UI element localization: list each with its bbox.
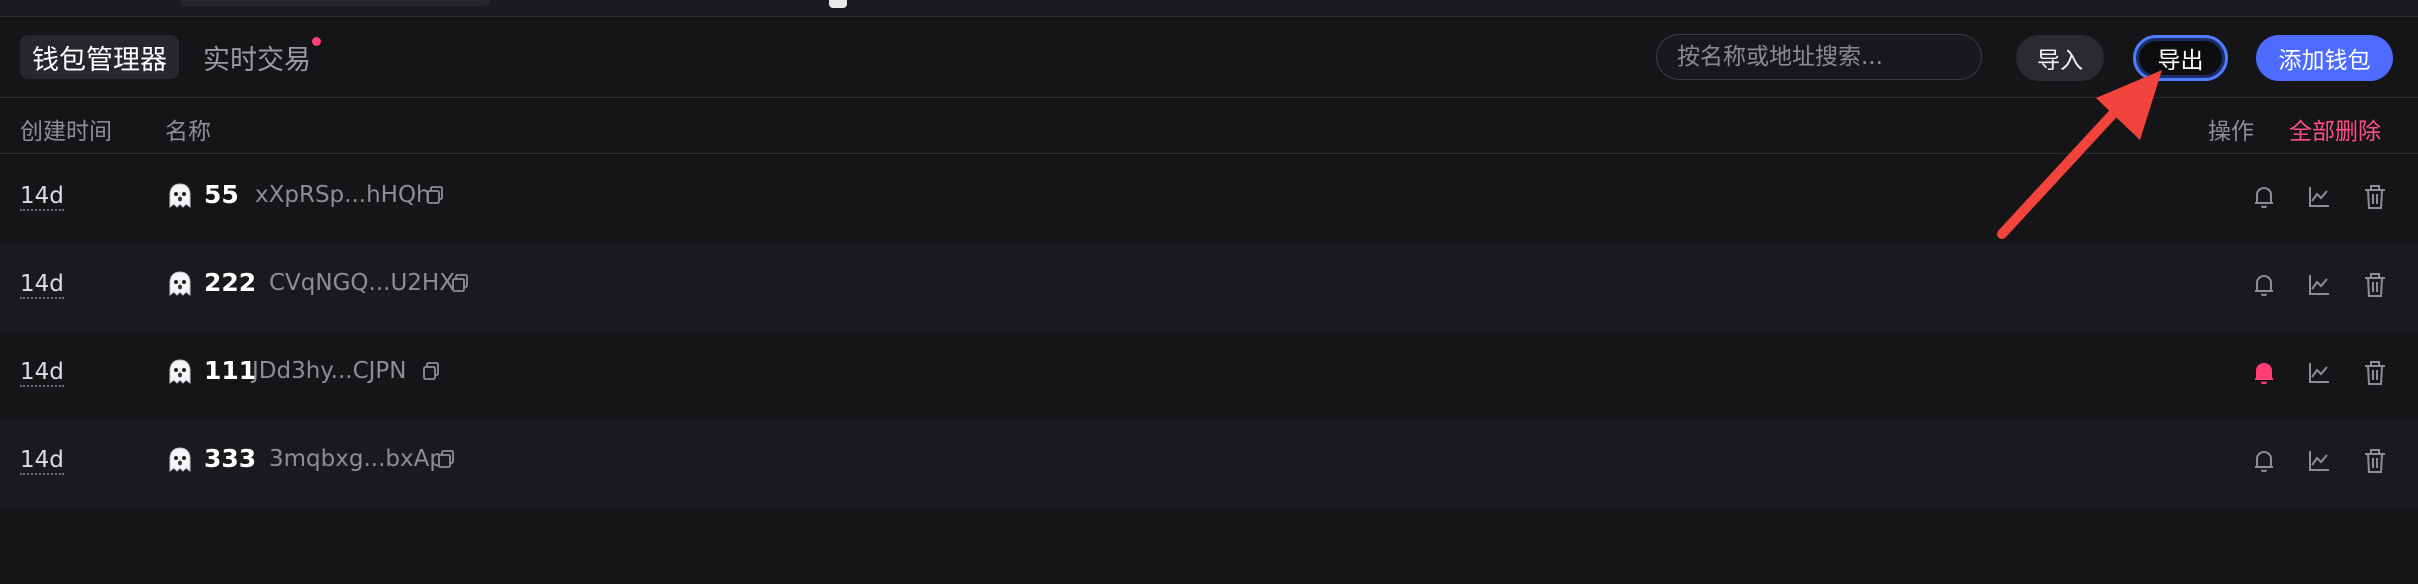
toolbar: 钱包管理器 实时交易 导入 导出 添加钱包 (0, 16, 2418, 98)
ghost-icon (169, 447, 191, 472)
tab-icon-fragment (829, 0, 847, 8)
header-name: 名称 (165, 119, 211, 145)
copy-icon[interactable] (450, 273, 470, 293)
delete-all-button[interactable]: 全部删除 (2289, 112, 2381, 146)
trash-icon[interactable] (2360, 446, 2390, 476)
search-box[interactable] (1656, 34, 1982, 80)
add-wallet-button[interactable]: 添加钱包 (2256, 35, 2393, 81)
chart-icon[interactable] (2304, 446, 2334, 476)
wallet-name: 222 (204, 268, 257, 297)
import-button[interactable]: 导入 (2016, 35, 2104, 81)
bell-icon-active[interactable] (2249, 358, 2279, 388)
browser-top-strip (0, 0, 2418, 17)
add-wallet-button-label: 添加钱包 (2278, 48, 2371, 74)
export-button[interactable]: 导出 (2133, 35, 2228, 81)
table-row: 14d 222 CVqNGQ...U2HX (0, 243, 2418, 331)
export-button-label: 导出 (2157, 48, 2204, 74)
table-row: 14d 55 xXpRSp...hHQh (0, 155, 2418, 243)
chart-icon[interactable] (2304, 182, 2334, 212)
bell-icon[interactable] (2249, 270, 2279, 300)
trash-icon[interactable] (2360, 182, 2390, 212)
import-button-label: 导入 (2037, 48, 2083, 74)
wallet-address: 3mqbxg...bxAp (269, 446, 444, 472)
copy-icon[interactable] (421, 361, 441, 381)
tab-fragment (180, 0, 490, 6)
header-actions: 操作 (2208, 119, 2254, 145)
header-created-time: 创建时间 (20, 119, 112, 145)
ghost-icon (169, 183, 191, 208)
tab-realtime-trading-label: 实时交易 (203, 44, 311, 76)
search-input[interactable] (1675, 43, 1981, 71)
ghost-icon (169, 359, 191, 384)
wallet-address: JDd3hy...CJPN (252, 358, 407, 384)
created-time: 14d (20, 183, 64, 211)
wallet-name: 333 (204, 444, 257, 473)
notification-dot (312, 37, 321, 46)
tab-wallet-manager-label: 钱包管理器 (32, 44, 167, 76)
wallet-address: xXpRSp...hHQh (255, 182, 431, 208)
table-header: 创建时间 名称 操作 全部删除 (0, 98, 2418, 154)
copy-icon[interactable] (425, 185, 445, 205)
trash-icon[interactable] (2360, 270, 2390, 300)
trash-icon[interactable] (2360, 358, 2390, 388)
copy-icon[interactable] (436, 449, 456, 469)
bell-icon[interactable] (2249, 446, 2279, 476)
table-row: 14d 111 JDd3hy...CJPN (0, 331, 2418, 419)
ghost-icon (169, 271, 191, 296)
table-row: 14d 333 3mqbxg...bxAp (0, 419, 2418, 507)
tab-wallet-manager[interactable]: 钱包管理器 (20, 35, 179, 79)
created-time: 14d (20, 447, 64, 475)
chart-icon[interactable] (2304, 358, 2334, 388)
bell-icon[interactable] (2249, 182, 2279, 212)
wallet-name: 55 (204, 180, 239, 209)
wallet-address: CVqNGQ...U2HX (269, 270, 455, 296)
chart-icon[interactable] (2304, 270, 2334, 300)
tab-realtime-trading[interactable]: 实时交易 (203, 35, 321, 79)
created-time: 14d (20, 359, 64, 387)
created-time: 14d (20, 271, 64, 299)
wallet-name: 111 (204, 356, 257, 385)
